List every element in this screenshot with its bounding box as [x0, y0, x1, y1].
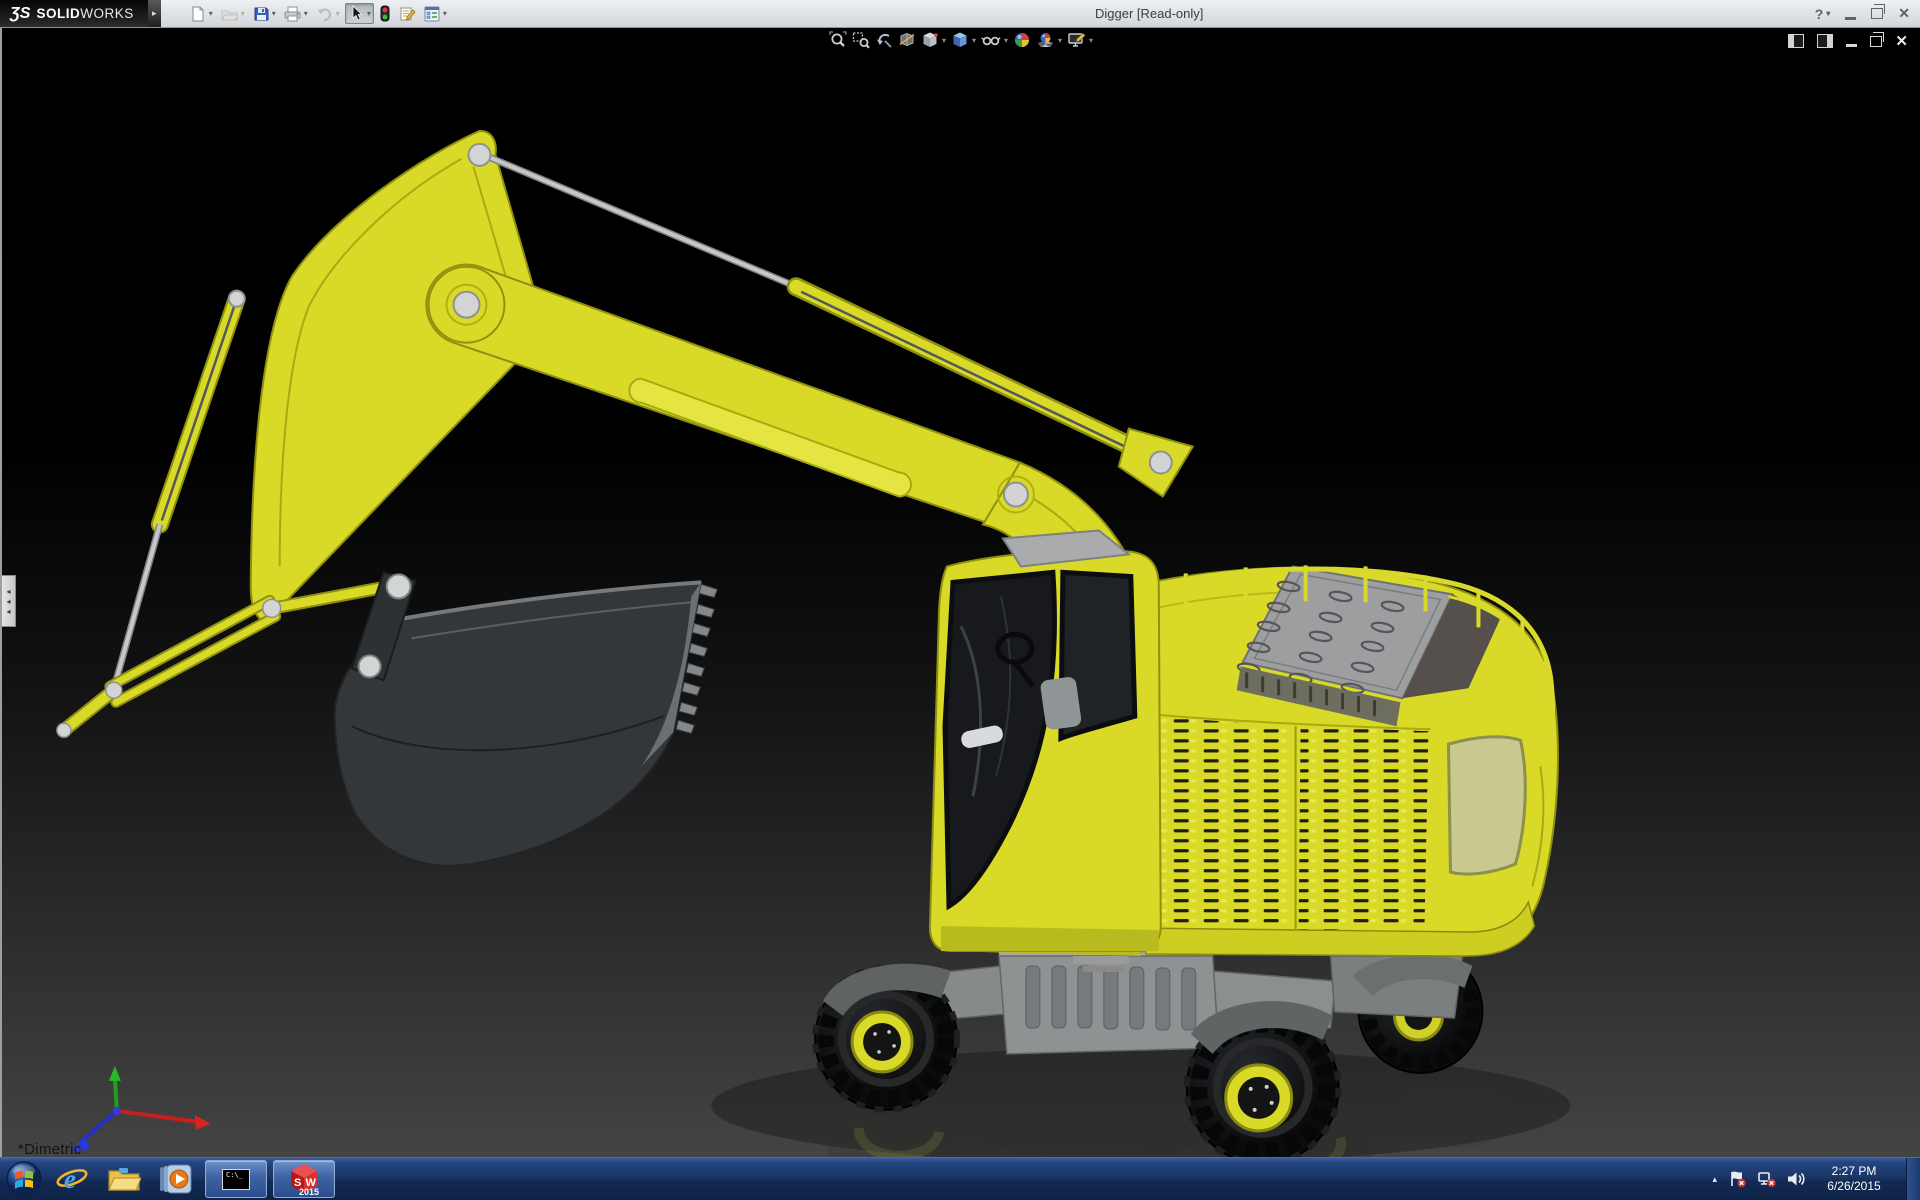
collapse-left-icon: ◂ [6, 608, 10, 615]
save-icon [253, 6, 269, 22]
file-explorer-icon [107, 1164, 141, 1194]
taskbar-item-file-explorer[interactable] [98, 1158, 150, 1200]
select-cursor-icon [348, 5, 364, 22]
taskbar-item-media-player[interactable] [150, 1158, 202, 1200]
previous-view-icon [875, 31, 893, 49]
print-icon [284, 6, 301, 22]
windows-taskbar: e C:\_ S W 2015 ▴ [0, 1157, 1920, 1200]
help-button[interactable]: ?▾ [1815, 6, 1831, 22]
view-orientation-icon [921, 31, 939, 49]
tray-expand-button[interactable]: ▴ [1710, 1172, 1719, 1187]
standard-toolbar: ▾ ▾ ▾ ▾ [187, 3, 450, 24]
solidworks-logo-text: SOLID [36, 6, 80, 21]
action-center-flag-icon[interactable] [1728, 1170, 1748, 1188]
start-button[interactable] [2, 1158, 46, 1200]
app-window-controls: ?▾ ✕ [1815, 0, 1910, 27]
solidworks-logo: ƷS SOLIDWORKS [0, 0, 148, 27]
speaker-icon[interactable] [1786, 1170, 1806, 1188]
orientation-triad[interactable] [70, 1066, 211, 1152]
windows-start-icon [4, 1159, 44, 1199]
rebuild-button[interactable] [376, 3, 394, 24]
zoom-to-area-button[interactable] [851, 29, 871, 51]
collapse-left-icon: ◂ [6, 598, 10, 605]
section-view-button[interactable] [897, 29, 917, 51]
model-digger[interactable] [2, 27, 1920, 1157]
network-disconnected-icon[interactable] [1757, 1170, 1777, 1188]
internet-explorer-icon: e [55, 1162, 89, 1196]
svg-text:2015: 2015 [299, 1187, 319, 1196]
solidworks-logo-mark: ƷS [10, 5, 30, 23]
file-properties-button[interactable] [396, 4, 419, 24]
view-settings-icon [1067, 31, 1086, 49]
previous-view-button[interactable] [874, 29, 894, 51]
solidworks-2015-icon: S W 2015 [287, 1162, 321, 1196]
zoom-to-fit-icon [829, 31, 847, 49]
taskbar-clock[interactable]: 2:27 PM 6/26/2015 [1815, 1164, 1893, 1194]
close-button[interactable]: ✕ [1898, 5, 1910, 22]
apply-scene-icon [1036, 31, 1055, 49]
rebuild-traffic-light-icon [379, 5, 391, 22]
doc-restore-button[interactable] [1870, 36, 1882, 47]
display-style-button[interactable]: ▾ [950, 29, 977, 51]
document-window-controls: ✕ [1788, 32, 1908, 50]
graphics-viewport[interactable]: ▾ ▾ ▾ [0, 27, 1920, 1158]
undo-button[interactable]: ▾ [313, 4, 343, 24]
open-button[interactable]: ▾ [218, 4, 248, 24]
open-icon [221, 6, 238, 22]
show-desktop-button[interactable] [1906, 1158, 1920, 1200]
save-button[interactable]: ▾ [250, 4, 279, 24]
pane-left-button[interactable] [1788, 34, 1804, 48]
doc-minimize-button[interactable] [1846, 44, 1857, 47]
title-toolbar: ƷS SOLIDWORKS ▸ ▾ ▾ ▾ [0, 0, 1920, 28]
taskbar-item-solidworks[interactable]: S W 2015 [273, 1160, 335, 1198]
pane-right-button[interactable] [1817, 34, 1833, 48]
system-tray: ▴ 2:27 PM 6/26/2015 [1710, 1158, 1920, 1200]
edit-appearance-icon [1013, 31, 1031, 49]
display-style-icon [951, 31, 969, 49]
doc-close-button[interactable]: ✕ [1895, 32, 1908, 50]
options-button[interactable]: ▾ [421, 4, 450, 24]
options-icon [424, 6, 440, 22]
hide-show-items-icon [981, 31, 1001, 49]
hide-show-items-button[interactable]: ▾ [980, 29, 1009, 51]
undo-icon [316, 6, 333, 22]
command-prompt-icon: C:\_ [222, 1169, 250, 1190]
headsup-view-toolbar: ▾ ▾ ▾ [828, 29, 1094, 51]
view-settings-button[interactable]: ▾ [1066, 29, 1094, 51]
svg-text:e: e [64, 1164, 76, 1194]
minimize-button[interactable] [1845, 17, 1856, 20]
collapse-left-icon: ◂ [6, 588, 10, 595]
edit-appearance-button[interactable] [1012, 29, 1032, 51]
apply-scene-button[interactable]: ▾ [1035, 29, 1063, 51]
cab[interactable] [930, 530, 1161, 951]
menu-expand-icon: ▸ [152, 8, 157, 19]
solidworks-fullscreen: { "window": { "title": "Digger [Read-onl… [0, 0, 1920, 1200]
new-document-button[interactable]: ▾ [187, 4, 216, 24]
feature-tree-collapse-tab[interactable]: ◂ ◂ ◂ [2, 575, 16, 627]
menu-expand-button[interactable]: ▸ [148, 0, 161, 27]
taskbar-item-command-prompt[interactable]: C:\_ [205, 1160, 267, 1198]
print-button[interactable]: ▾ [281, 4, 311, 24]
zoom-to-fit-button[interactable] [828, 29, 848, 51]
clock-time: 2:27 PM [1815, 1164, 1893, 1179]
section-view-icon [898, 31, 916, 49]
new-document-icon [190, 6, 206, 22]
select-button[interactable]: ▾ [345, 3, 374, 24]
clock-date: 6/26/2015 [1815, 1179, 1893, 1194]
document-title: Digger [Read-only] [1095, 0, 1203, 27]
restore-button[interactable] [1871, 8, 1883, 19]
view-orientation-button[interactable]: ▾ [920, 29, 947, 51]
media-player-icon [159, 1163, 193, 1195]
view-orientation-label: *Dimetric [18, 1141, 82, 1158]
taskbar-item-internet-explorer[interactable]: e [46, 1158, 98, 1200]
file-properties-icon [399, 6, 416, 22]
zoom-to-area-icon [852, 31, 870, 49]
